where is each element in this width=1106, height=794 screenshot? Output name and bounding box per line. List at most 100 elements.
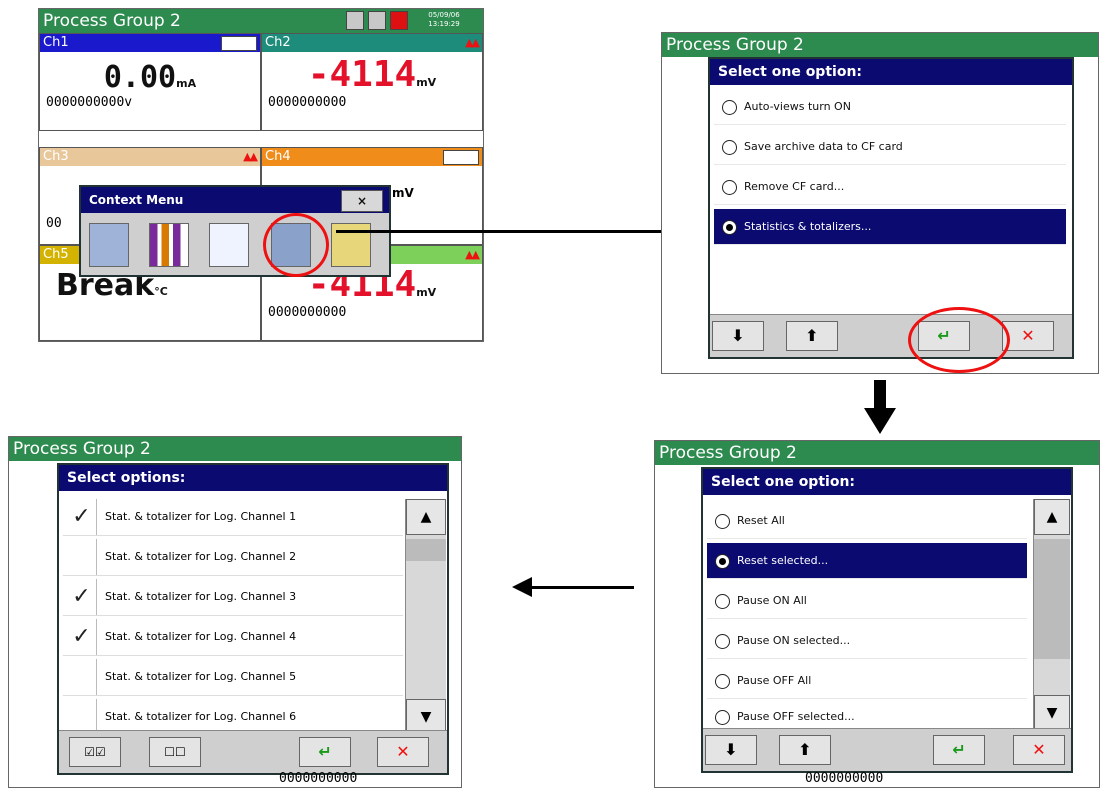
screen-icon[interactable] — [346, 11, 364, 30]
context-menu-title: Context Menu — [89, 193, 184, 207]
checkbox-row[interactable]: ✓ Stat. & totalizer for Log. Channel 1 — [63, 499, 403, 536]
dialog-title: Select one option: — [703, 469, 1071, 495]
checkbox-empty-icon[interactable] — [67, 659, 97, 695]
checkbox-row[interactable]: Stat. & totalizer for Log. Channel 2 — [63, 539, 403, 576]
radio-selected-icon — [722, 220, 737, 235]
checkmark-icon[interactable]: ✓ — [67, 499, 97, 535]
channel-unit: mV — [416, 286, 437, 299]
alarm-bell-icon[interactable] — [390, 11, 408, 30]
option-label: Auto-views turn ON — [744, 100, 851, 113]
check-all-button[interactable]: ☑☑ — [69, 737, 121, 767]
option-reset-all[interactable]: Reset All — [707, 503, 1027, 539]
option-label: Reset selected... — [737, 554, 829, 567]
option-label: Pause ON selected... — [737, 634, 851, 647]
screen-select-option-2: Process Group 2 Select one option: Reset… — [654, 440, 1100, 788]
window-titlebar: Process Group 2 — [655, 441, 1099, 465]
channel-unit: mV — [392, 186, 414, 200]
window-titlebar: Process Group 2 — [9, 437, 461, 461]
down-button[interactable]: ⬇ — [705, 735, 757, 765]
channel-name: Ch1 — [43, 35, 69, 50]
ok-button[interactable]: ↵ — [299, 737, 351, 767]
bar-chart-icon[interactable] — [149, 223, 189, 267]
up-button[interactable]: ⬆ — [786, 321, 838, 351]
checkbox-row[interactable]: Stat. & totalizer for Log. Channel 5 — [63, 659, 403, 696]
arrow-down — [874, 380, 886, 410]
uncheck-all-button[interactable]: ☐☐ — [149, 737, 201, 767]
checkmark-icon[interactable]: ✓ — [67, 579, 97, 615]
up-button[interactable]: ⬆ — [779, 735, 831, 765]
option-label: Remove CF card... — [744, 180, 845, 193]
option-label: Reset All — [737, 514, 785, 527]
option-statistics[interactable]: Statistics & totalizers... — [714, 209, 1066, 245]
checkmark-icon[interactable]: ✓ — [67, 619, 97, 655]
scroll-up-button[interactable]: ▲ — [1034, 499, 1070, 535]
radio-icon — [715, 674, 730, 689]
checkbox-row[interactable]: ✓ Stat. & totalizer for Log. Channel 4 — [63, 619, 403, 656]
checkbox-empty-icon[interactable] — [67, 539, 97, 575]
ok-button[interactable]: ↵ — [933, 735, 985, 765]
select-dialog: Select one option: Reset All Reset selec… — [701, 467, 1073, 773]
dialog-title: Select one option: — [710, 59, 1072, 85]
radio-selected-icon — [715, 554, 730, 569]
footer-counter: 0000000000 — [279, 771, 358, 786]
option-auto-views[interactable]: Auto-views turn ON — [714, 89, 1066, 125]
channel-bar — [221, 36, 257, 51]
option-label: Pause ON All — [737, 594, 807, 607]
channel-value: 0.00 — [103, 60, 177, 95]
option-pause-on-selected[interactable]: Pause ON selected... — [707, 623, 1027, 659]
window-title: Process Group 2 — [43, 11, 181, 31]
down-button[interactable]: ⬇ — [712, 321, 764, 351]
arrow-left-head — [512, 577, 532, 597]
document-icon[interactable] — [209, 223, 249, 267]
dialog-toolbar: ⬇ ⬆ ↵ ✕ — [710, 314, 1072, 357]
option-pause-on-all[interactable]: Pause ON All — [707, 583, 1027, 619]
dialog-toolbar: ⬇ ⬆ ↵ ✕ — [703, 728, 1071, 771]
option-save-archive[interactable]: Save archive data to CF card — [714, 129, 1066, 165]
option-pause-off-all[interactable]: Pause OFF All — [707, 663, 1027, 699]
checkbox-label: Stat. & totalizer for Log. Channel 2 — [105, 550, 297, 563]
blank-icon[interactable] — [368, 11, 386, 30]
close-button[interactable]: × — [341, 190, 383, 212]
channel-1-panel[interactable]: Ch1 0.00mA 0000000000v — [39, 33, 261, 131]
checkbox-row[interactable]: ✓ Stat. & totalizer for Log. Channel 3 — [63, 579, 403, 616]
arrow-down-head — [864, 408, 896, 434]
option-pause-off-selected[interactable]: Pause OFF selected... — [707, 699, 1027, 729]
scroll-thumb[interactable] — [406, 539, 446, 561]
highlight-circle — [908, 307, 1010, 373]
channel-name: Ch4 — [265, 149, 291, 164]
checkbox-label: Stat. & totalizer for Log. Channel 1 — [105, 510, 297, 523]
channel-name: Ch5 — [43, 247, 69, 262]
arrow-right — [336, 230, 682, 233]
option-label: Pause OFF selected... — [737, 710, 855, 723]
scrollbar[interactable]: ▲ ▼ — [1033, 499, 1070, 731]
scrollbar[interactable]: ▲ ▼ — [405, 499, 446, 735]
views-icon[interactable] — [89, 223, 129, 267]
channel-counter: 0000000000v — [46, 95, 133, 110]
checkbox-label: Stat. & totalizer for Log. Channel 3 — [105, 590, 297, 603]
channel-bar — [443, 150, 479, 165]
channel-counter: 0000000000 — [268, 305, 347, 320]
channel-name: Ch2 — [265, 35, 291, 50]
channel-2-panel[interactable]: Ch2 ▲▲ -4114mV 0000000000 — [261, 33, 483, 131]
scroll-up-button[interactable]: ▲ — [406, 499, 446, 535]
screen-context-menu: Process Group 2 05/09/06 13:19:29 Ch1 0.… — [38, 8, 484, 342]
screen-select-option-1: Process Group 2 Select one option: Auto-… — [661, 32, 1099, 374]
window-title: Process Group 2 — [666, 35, 804, 55]
cancel-button[interactable]: ✕ — [1002, 321, 1054, 351]
dialog-toolbar: ☑☑ ☐☐ ↵ ✕ — [59, 730, 447, 773]
cancel-button[interactable]: ✕ — [377, 737, 429, 767]
option-label: Statistics & totalizers... — [744, 220, 872, 233]
option-label: Pause OFF All — [737, 674, 812, 687]
alarm-flags-icon: ▲▲ — [243, 150, 258, 163]
option-reset-selected[interactable]: Reset selected... — [707, 543, 1027, 579]
checkbox-label: Stat. & totalizer for Log. Channel 5 — [105, 670, 297, 683]
scroll-thumb[interactable] — [1034, 539, 1070, 659]
channel-unit: mA — [176, 77, 197, 90]
highlight-circle — [263, 213, 329, 277]
option-remove-cf[interactable]: Remove CF card... — [714, 169, 1066, 205]
arrow-left — [530, 586, 634, 589]
cancel-button[interactable]: ✕ — [1013, 735, 1065, 765]
channel-name: Ch3 — [43, 149, 69, 164]
select-dialog: Select one option: Auto-views turn ON Sa… — [708, 57, 1074, 359]
scroll-down-button[interactable]: ▼ — [1034, 695, 1070, 731]
